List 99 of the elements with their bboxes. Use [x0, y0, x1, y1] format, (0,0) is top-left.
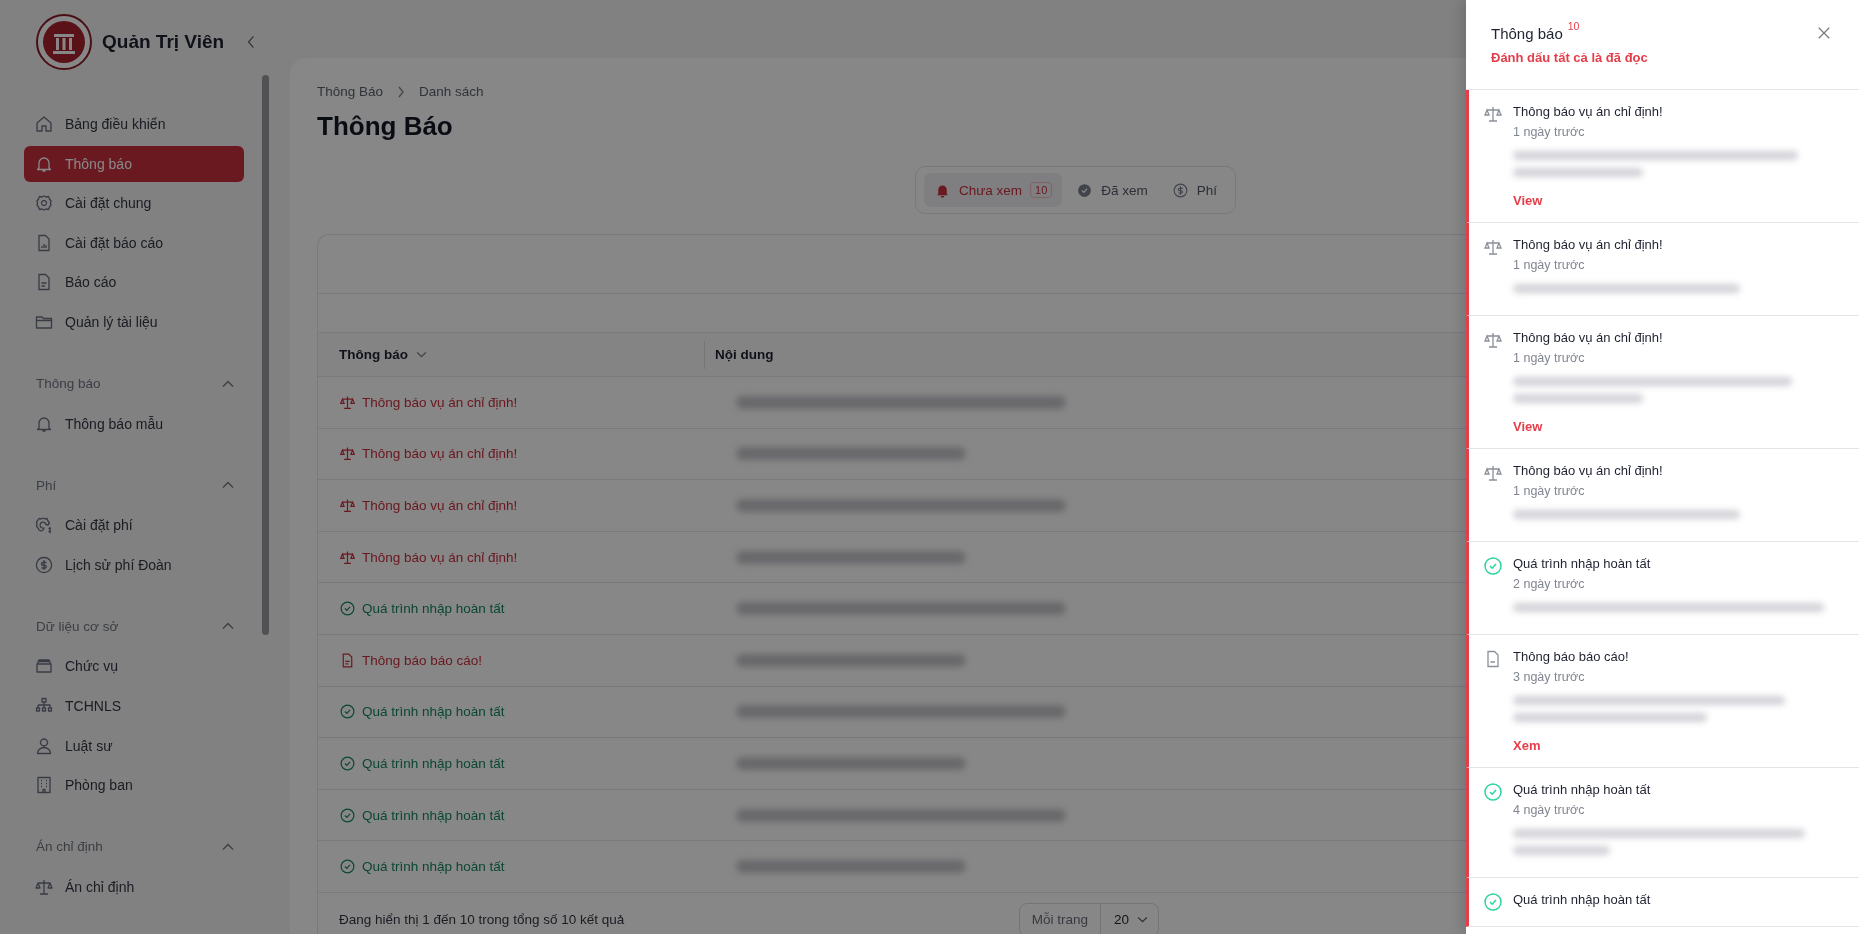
- notification-title: Thông báo vụ án chỉ định!: [1513, 104, 1664, 119]
- nav-item[interactable]: Cài đặt chung: [24, 185, 244, 222]
- section-heading: Phí: [36, 477, 57, 493]
- notification-title: Quá trình nhập hoàn tất: [1513, 782, 1652, 797]
- gear-dollar-icon: [34, 515, 54, 536]
- timestamp: 1 ngày trước: [1513, 484, 1586, 498]
- notification-item[interactable]: Thông báo báo cáo! 3 ngày trước Xem: [1466, 635, 1859, 768]
- notification-title[interactable]: Quá trình nhập hoàn tất: [362, 859, 505, 875]
- notification-title[interactable]: Quá trình nhập hoàn tất: [362, 601, 505, 617]
- count-label: 10: [1567, 20, 1580, 32]
- mark-all-read-link[interactable]: Đánh dấu tất cả là đã đọc: [1491, 50, 1839, 65]
- nav-item[interactable]: TCHNLS: [24, 687, 244, 724]
- notification-title[interactable]: Quá trình nhập hoàn tất: [362, 807, 505, 823]
- timestamp: 2 ngày trước: [1513, 577, 1586, 591]
- scales-icon: [339, 445, 356, 463]
- notification-item[interactable]: Quá trình nhập hoàn tất 4 ngày trước: [1466, 768, 1859, 878]
- count-badge: 10: [1030, 182, 1053, 198]
- notification-item[interactable]: Thông báo vụ án chỉ định! 1 ngày trước View: [1466, 316, 1859, 449]
- chevron-down-icon: [1137, 916, 1148, 924]
- scales-icon: [339, 497, 356, 514]
- notification-item[interactable]: Quá trình nhập hoàn tất: [1466, 878, 1859, 927]
- drawer-title: Thông báo: [1491, 25, 1563, 42]
- view-link[interactable]: Xem: [1513, 738, 1541, 753]
- chevron-icon[interactable]: [222, 842, 234, 851]
- building-icon: [34, 775, 54, 796]
- nav-item[interactable]: Cài đặt phí: [24, 507, 244, 544]
- timestamp: 1 ngày trước: [1513, 258, 1586, 272]
- timestamp: 1 ngày trước: [1513, 125, 1586, 139]
- nav-item[interactable]: Thông báo mẫu: [24, 405, 244, 442]
- filter-tab[interactable]: Chưa xem 10: [924, 173, 1063, 207]
- notification-title: Quá trình nhập hoàn tất: [1513, 892, 1652, 907]
- check-circle-icon: [339, 754, 356, 772]
- notification-title[interactable]: Thông báo báo cáo!: [362, 652, 483, 668]
- nav-item[interactable]: Chức vụ: [24, 648, 244, 685]
- emblem-logo: [36, 14, 92, 70]
- check-circle-icon: [339, 858, 356, 876]
- nav-item[interactable]: Cài đặt báo cáo: [24, 224, 244, 261]
- collapse-icon[interactable]: [246, 34, 257, 50]
- section-heading: Án chỉ định: [36, 839, 103, 855]
- nav-item[interactable]: Luật sư: [24, 727, 244, 764]
- nav-item[interactable]: Báo cáo: [24, 264, 244, 301]
- notification-title: Thông báo vụ án chỉ định!: [1513, 237, 1664, 252]
- section-heading: Thông báo: [36, 376, 101, 392]
- check-circle-icon: [339, 806, 356, 824]
- notification-title[interactable]: Thông báo vụ án chỉ định!: [362, 498, 518, 513]
- nav-item[interactable]: Phòng ban: [24, 767, 244, 804]
- check-circle-icon: [1483, 892, 1503, 912]
- notification-title: Quá trình nhập hoàn tất: [1513, 556, 1652, 571]
- chevron-icon[interactable]: [222, 379, 234, 388]
- timestamp: 1 ngày trước: [1513, 351, 1586, 365]
- notification-title: Thông báo báo cáo!: [1513, 649, 1630, 664]
- page-title: Thông Báo: [317, 111, 453, 142]
- notification-title[interactable]: Quá trình nhập hoàn tất: [362, 704, 505, 720]
- chevron-icon[interactable]: [222, 481, 234, 490]
- notification-item[interactable]: Thông báo vụ án chỉ định! 1 ngày trước: [1466, 223, 1859, 316]
- notification-title: Thông báo vụ án chỉ định!: [1513, 463, 1664, 478]
- nav-item[interactable]: Quản lý tài liệu: [24, 303, 244, 340]
- breadcrumb-current: Danh sách: [419, 84, 484, 99]
- notification-title[interactable]: Thông báo vụ án chỉ định!: [362, 446, 518, 462]
- results-summary: Đang hiển thị 1 đến 10 trong tổng số 10 kết quả: [339, 912, 625, 928]
- filter-tab[interactable]: Phí: [1161, 173, 1228, 207]
- check-circle-icon: [339, 600, 356, 618]
- close-icon[interactable]: [1817, 26, 1831, 40]
- view-link[interactable]: View: [1513, 419, 1543, 434]
- view-link[interactable]: View: [1513, 193, 1543, 208]
- dollar-icon: [34, 554, 54, 575]
- nav-item[interactable]: Lịch sử phí Đoàn: [24, 546, 244, 583]
- dollar-icon: [1171, 181, 1189, 199]
- user-icon: [34, 735, 54, 756]
- chevron-down-icon: [416, 351, 427, 358]
- timestamp: 3 ngày trước: [1513, 670, 1586, 684]
- notification-item[interactable]: Thông báo vụ án chỉ định! 1 ngày trước View: [1466, 90, 1859, 223]
- check-circle-icon: [1076, 181, 1094, 199]
- section-heading: Dữ liệu cơ sở: [36, 618, 119, 634]
- check-circle-icon: [1483, 782, 1503, 802]
- scales-icon: [1483, 104, 1503, 124]
- notification-item[interactable]: Quá trình nhập hoàn tất 2 ngày trước: [1466, 542, 1859, 635]
- scrollbar-thumb[interactable]: [262, 75, 269, 635]
- check-circle-icon: [339, 703, 356, 721]
- app-title: Quản Trị Viên: [102, 31, 225, 53]
- breadcrumb-link[interactable]: Thông Báo: [317, 84, 384, 99]
- timestamp: 4 ngày trước: [1513, 803, 1586, 817]
- filter-tab[interactable]: Đã xem: [1066, 173, 1158, 207]
- nav-item[interactable]: Án chỉ định: [24, 868, 244, 905]
- chevron-icon[interactable]: [222, 622, 234, 631]
- scales-icon: [1483, 237, 1503, 257]
- notification-title[interactable]: Thông báo vụ án chỉ định!: [362, 394, 518, 410]
- scales-icon: [1483, 463, 1503, 483]
- notification-item[interactable]: Thông báo vụ án chỉ định! 1 ngày trước: [1466, 449, 1859, 542]
- column-header[interactable]: Thông báo: [318, 333, 704, 376]
- nav-item[interactable]: Thông báo: [24, 145, 244, 182]
- scales-icon: [1483, 330, 1503, 350]
- chevron-right-icon: [397, 85, 406, 98]
- per-page-select[interactable]: Mỗi trang 20: [1018, 902, 1159, 934]
- home-icon: [34, 114, 54, 134]
- nav-item[interactable]: Bảng điều khiển: [24, 106, 244, 142]
- notification-title[interactable]: Thông báo vụ án chỉ định!: [362, 549, 518, 565]
- check-circle-icon: [1483, 556, 1503, 576]
- notification-title[interactable]: Quá trình nhập hoàn tất: [362, 755, 505, 771]
